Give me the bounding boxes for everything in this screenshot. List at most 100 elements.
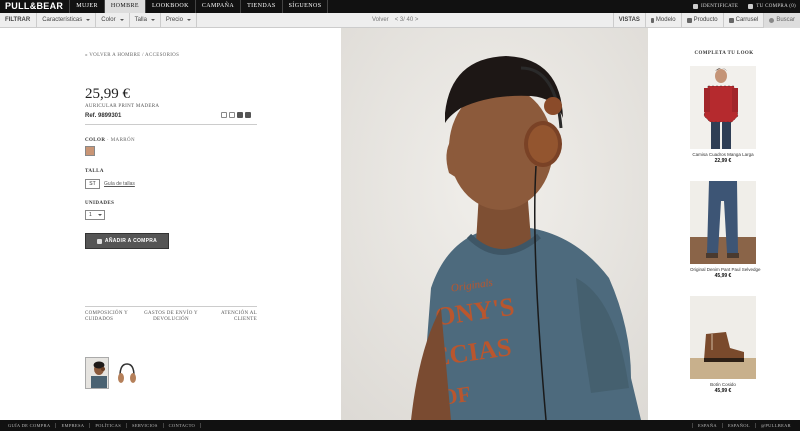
shirt-photo — [690, 66, 756, 149]
product-name: AURICULAR PRINT MADERA — [85, 104, 160, 109]
filter-caracteristicas[interactable]: Características — [37, 12, 97, 28]
footer: GUÍA DE COMPRA EMPRESA POLÍTICAS SERVICI… — [0, 420, 800, 431]
filter-precio[interactable]: Precio — [161, 12, 197, 28]
recommended-item-name: Original Denim Pant Paul Selvedge — [690, 267, 761, 272]
view-modelo-label: Modelo — [655, 17, 676, 23]
color-label-text: COLOR — [85, 138, 106, 143]
units-value: 1 — [89, 212, 92, 218]
back-link[interactable]: Volver — [372, 13, 389, 28]
filter-talla[interactable]: Talla — [130, 12, 161, 28]
nav-item-hombre[interactable]: HOMBRE — [104, 0, 146, 13]
facebook-icon[interactable] — [237, 112, 243, 118]
language-selector[interactable]: ESPAÑOL — [721, 423, 755, 428]
footer-link-contacto[interactable]: CONTACTO — [164, 423, 202, 428]
recommended-item-name: Botín Cosido — [710, 382, 736, 387]
product-pager: Volver < 3/ 40 > — [372, 13, 418, 28]
size-guide-link[interactable]: Guía de tallas — [104, 181, 135, 187]
login-link[interactable]: IDENTIFICATE — [693, 4, 738, 9]
color-value: · MARRÓN — [107, 138, 136, 143]
color-swatch[interactable] — [85, 146, 95, 156]
print-icon[interactable] — [221, 112, 227, 118]
search-button[interactable]: Buscar — [763, 13, 800, 28]
jeans-image — [690, 181, 756, 264]
product-thumbnails — [85, 357, 138, 389]
info-links: COMPOSICIÓN Y CUIDADOS GASTOS DE ENVÍO Y… — [85, 311, 257, 323]
headphones-thumbnail-image — [118, 363, 136, 383]
share-tools — [221, 112, 251, 118]
chevron-down-icon — [86, 19, 91, 21]
breadcrumb[interactable]: « VOLVER A HOMBRE / ACCESORIOS — [85, 53, 179, 58]
nav-item-tiendas[interactable]: TIENDAS — [241, 0, 283, 13]
search-label: Buscar — [776, 17, 795, 23]
recommended-item-name: Camisa Cuadros Manga Larga — [692, 152, 754, 157]
nav-item-siguenos[interactable]: SÍGUENOS — [283, 0, 329, 13]
chevron-down-icon — [186, 19, 191, 21]
footer-link-politicas[interactable]: POLÍTICAS — [90, 423, 128, 428]
email-icon[interactable] — [229, 112, 235, 118]
boot-photo — [690, 296, 756, 379]
recommended-item-price: 45,99 € — [714, 273, 732, 279]
brand-logo[interactable]: PULL&BEAR — [0, 0, 71, 13]
size-option[interactable]: ST — [85, 179, 100, 189]
hanger-icon — [686, 18, 692, 23]
filter-label: FILTRAR — [0, 12, 38, 28]
nav-item-mujer[interactable]: MUJER — [70, 0, 105, 13]
complete-look-panel: COMPLETA TU LOOK Camisa Cuadros Manga La… — [648, 28, 800, 420]
customer-service-link[interactable]: ATENCIÓN AL CLIENTE — [200, 311, 257, 323]
view-producto[interactable]: Producto — [680, 13, 723, 28]
shipping-link[interactable]: GASTOS DE ENVÍO Y DEVOLUCIÓN — [142, 311, 199, 323]
login-label: IDENTIFICATE — [701, 4, 739, 9]
cart-label: TU COMPRA (0) — [756, 4, 796, 9]
bag-icon — [96, 238, 102, 244]
user-icon — [693, 4, 699, 9]
nav-item-lookbook[interactable]: LOOKBOOK — [146, 0, 196, 13]
account-area: IDENTIFICATE TU COMPRA (0) — [693, 0, 796, 13]
carousel-icon — [728, 18, 734, 23]
view-producto-label: Producto — [693, 17, 718, 23]
view-carrusel[interactable]: Carrusel — [722, 13, 764, 28]
add-to-cart-button[interactable]: AÑADIR A COMPRA — [85, 233, 169, 249]
recommended-item-price: 45,99 € — [714, 388, 732, 394]
top-navigation-bar: PULL&BEAR MUJER HOMBRE LOOKBOOK CAMPAÑA … — [0, 0, 800, 13]
recommended-item[interactable]: Botín Cosido 45,99 € — [690, 296, 756, 394]
footer-link-guia[interactable]: GUÍA DE COMPRA — [3, 423, 57, 428]
view-carrusel-label: Carrusel — [735, 17, 759, 23]
views-label: VISTAS — [612, 13, 645, 28]
product-ref: Ref. 9899301 — [85, 113, 122, 119]
footer-locale: ESPAÑA ESPAÑOL @PULLBEAR — [692, 423, 796, 428]
twitter-icon[interactable] — [245, 112, 251, 118]
filter-precio-label: Precio — [165, 16, 183, 23]
footer-link-servicios[interactable]: SERVICIOS — [127, 423, 164, 428]
units-select[interactable]: 1 — [85, 210, 105, 220]
jeans-photo — [690, 181, 756, 264]
thumbnail-model[interactable] — [85, 357, 109, 389]
view-modelo[interactable]: Modelo — [644, 13, 681, 28]
divider — [85, 124, 257, 125]
model-icon — [650, 18, 654, 23]
composition-link[interactable]: COMPOSICIÓN Y CUIDADOS — [85, 311, 142, 323]
divider — [85, 306, 257, 307]
product-price: 25,99 € — [85, 86, 130, 102]
model-photo: ONY'S ECIAS OF Originals — [341, 28, 648, 420]
thumbnail-product[interactable] — [114, 357, 138, 389]
product-hero-image: ONY'S ECIAS OF Originals — [341, 28, 648, 420]
footer-link-empresa[interactable]: EMPRESA — [56, 423, 91, 428]
filter-color-label: Color — [101, 16, 116, 23]
color-label: COLOR · MARRÓN — [85, 138, 135, 143]
units-label: UNIDADES — [85, 201, 115, 206]
chevron-down-icon — [97, 214, 102, 216]
boot-image — [690, 296, 756, 379]
recommended-item[interactable]: Camisa Cuadros Manga Larga 22,99 € — [690, 66, 756, 164]
pager-label[interactable]: < 3/ 40 > — [395, 13, 419, 28]
nav-item-campana[interactable]: CAMPAÑA — [196, 0, 242, 13]
filter-color[interactable]: Color — [96, 12, 130, 28]
filter-caracteristicas-label: Características — [42, 16, 83, 23]
recommended-item-price: 22,99 € — [714, 158, 732, 164]
recommended-item[interactable]: Original Denim Pant Paul Selvedge 45,99 … — [690, 181, 761, 279]
filter-bar: FILTRAR Características Color Talla Prec… — [0, 12, 800, 28]
cart-link[interactable]: TU COMPRA (0) — [748, 4, 796, 9]
complete-look-title: COMPLETA TU LOOK — [694, 51, 754, 56]
country-selector[interactable]: ESPAÑA — [692, 423, 722, 428]
view-switcher: VISTAS Modelo Producto Carrusel Buscar — [612, 13, 800, 28]
social-link[interactable]: @PULLBEAR — [754, 423, 796, 428]
